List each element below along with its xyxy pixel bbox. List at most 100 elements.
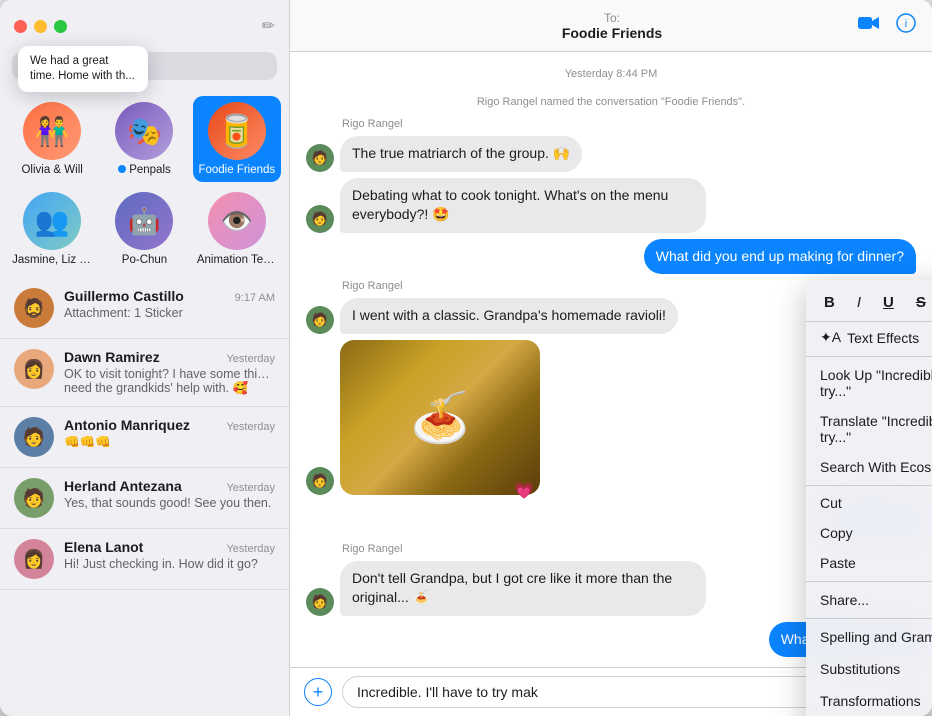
avatar-tooltip: We had a great time. Home with th... <box>18 46 148 92</box>
conv-time-dawn: Yesterday <box>226 353 275 365</box>
paste-item[interactable]: Paste <box>806 548 932 578</box>
avatar-item-animation-team[interactable]: 👁️ Animation Team <box>193 186 281 272</box>
avatar-label-foodie-friends: Foodie Friends <box>198 164 275 176</box>
conv-item-dawn[interactable]: 👩 Dawn Ramirez Yesterday OK to visit ton… <box>0 339 289 407</box>
avatar-item-jasmine-liz[interactable]: 👥 Jasmine, Liz &... <box>8 186 96 272</box>
compose-button[interactable]: ✏ <box>262 16 275 36</box>
conv-item-elena[interactable]: 👩 Elena Lanot Yesterday Hi! Just checkin… <box>0 529 289 590</box>
message-row-2: 🧑 Debating what to cook tonight. What's … <box>306 178 916 233</box>
main-content: To: Foodie Friends i <box>290 0 932 716</box>
traffic-lights <box>14 20 67 33</box>
conv-content-antonio: Antonio Manriquez Yesterday 👊👊👊 <box>64 417 275 450</box>
conv-name-guillermo: Guillermo Castillo <box>64 288 184 304</box>
separator-3 <box>806 581 932 582</box>
avatar-item-foodie-friends[interactable]: 🥫 Foodie Friends <box>193 96 281 182</box>
text-effects-icon: ✦A <box>820 329 841 346</box>
copy-label: Copy <box>820 525 853 541</box>
heart-reaction-badge: 💗 <box>514 481 534 501</box>
share-item[interactable]: Share... <box>806 585 932 615</box>
conv-content-elena: Elena Lanot Yesterday Hi! Just checking … <box>64 539 275 571</box>
message-row-1: 🧑 The true matriarch of the group. 🙌 <box>306 136 916 172</box>
minimize-button[interactable] <box>34 20 47 33</box>
svg-text:i: i <box>905 18 907 30</box>
conv-time-guillermo: 9:17 AM <box>235 292 275 304</box>
conv-avatar-dawn: 👩 <box>14 349 54 389</box>
conv-item-antonio[interactable]: 🧑 Antonio Manriquez Yesterday 👊👊👊 <box>0 407 289 468</box>
msg-avatar-2: 🧑 <box>306 205 334 233</box>
conv-name-antonio: Antonio Manriquez <box>64 417 190 433</box>
conv-avatar-herland: 🧑 <box>14 478 54 518</box>
separator-4 <box>806 618 932 619</box>
substitutions-label: Substitutions <box>820 661 900 677</box>
avatar-foodie-friends: 🥫 <box>208 102 266 160</box>
message-input[interactable] <box>342 676 883 708</box>
translate-item[interactable]: Translate "Incredible. I'll have to try.… <box>806 406 932 452</box>
avatar-item-po-chun[interactable]: 🤖 Po-Chun <box>100 186 188 272</box>
conv-preview-antonio: 👊👊👊 <box>64 435 275 450</box>
msg-avatar-1: 🧑 <box>306 144 334 172</box>
conv-avatar-antonio: 🧑 <box>14 417 54 457</box>
sender-label-rigo1: Rigo Rangel <box>342 118 916 130</box>
strikethrough-button[interactable]: S <box>912 292 930 313</box>
avatar-label-po-chun: Po-Chun <box>122 254 167 266</box>
food-image <box>340 340 540 495</box>
conv-item-herland[interactable]: 🧑 Herland Antezana Yesterday Yes, that s… <box>0 468 289 529</box>
bubble-2: Debating what to cook tonight. What's on… <box>340 178 706 233</box>
close-button[interactable] <box>14 20 27 33</box>
header-icons: i <box>858 13 916 38</box>
chat-header: To: Foodie Friends i <box>290 0 932 52</box>
text-effects-left: ✦A Text Effects <box>820 329 919 346</box>
add-attachment-button[interactable]: + <box>304 678 332 706</box>
context-menu: B I U S ✦A Text Effects › Big Small Shak… <box>806 280 932 716</box>
avatar-label-animation-team: Animation Team <box>197 254 277 266</box>
conv-content-guillermo: Guillermo Castillo 9:17 AM Attachment: 1… <box>64 288 275 320</box>
conv-name-dawn: Dawn Ramirez <box>64 349 160 365</box>
transformations-item[interactable]: Transformations <box>806 685 932 716</box>
app-window: ✏ 🔍 👫 Olivia & Will We had a great time.… <box>0 0 932 716</box>
substitutions-item[interactable]: Substitutions <box>806 653 932 685</box>
share-label: Share... <box>820 592 869 608</box>
titlebar: ✏ <box>0 0 289 52</box>
msg-avatar-7: 🧑 <box>306 588 334 616</box>
conv-preview-dawn: OK to visit tonight? I have some things … <box>64 367 275 381</box>
image-message-container: 💗 <box>340 340 540 495</box>
system-message: Rigo Rangel named the conversation "Food… <box>306 96 916 108</box>
chat-title-area: To: Foodie Friends <box>366 11 858 41</box>
conv-item-guillermo[interactable]: 🧔 Guillermo Castillo 9:17 AM Attachment:… <box>0 278 289 339</box>
bubble-3: What did you end up making for dinner? <box>644 239 916 275</box>
avatar-grid: 👫 Olivia & Will We had a great time. Hom… <box>0 90 289 278</box>
message-row-3: What did you end up making for dinner? <box>306 239 916 275</box>
italic-button[interactable]: I <box>853 292 865 313</box>
avatar-penpals: 🎭 <box>115 102 173 160</box>
text-effects-label: Text Effects <box>847 330 919 346</box>
underline-button[interactable]: U <box>879 292 898 313</box>
conv-avatar-elena: 👩 <box>14 539 54 579</box>
conv-preview2-dawn: need the grandkids' help with. 🥰 <box>64 381 275 396</box>
conversation-list: 🧔 Guillermo Castillo 9:17 AM Attachment:… <box>0 278 289 716</box>
text-effects-item[interactable]: ✦A Text Effects › Big Small Shake Nod Ex… <box>806 322 932 353</box>
separator-1 <box>806 356 932 357</box>
maximize-button[interactable] <box>54 20 67 33</box>
chat-group-name: Foodie Friends <box>562 25 662 41</box>
system-time: Yesterday 8:44 PM <box>306 68 916 80</box>
avatar-item-penpals[interactable]: 🎭 Penpals <box>100 96 188 182</box>
bubble-1: The true matriarch of the group. 🙌 <box>340 136 582 172</box>
info-button[interactable]: i <box>896 13 916 38</box>
search-ecosia-item[interactable]: Search With Ecosia <box>806 452 932 482</box>
avatar-po-chun: 🤖 <box>115 192 173 250</box>
spelling-item[interactable]: Spelling and Grammar <box>806 621 932 653</box>
conv-preview-guillermo: Attachment: 1 Sticker <box>64 306 275 320</box>
conv-avatar-guillermo: 🧔 <box>14 288 54 328</box>
bold-button[interactable]: B <box>820 292 839 313</box>
copy-item[interactable]: Copy <box>806 518 932 548</box>
avatar-item-olivia-will[interactable]: 👫 Olivia & Will We had a great time. Hom… <box>8 96 96 182</box>
msg-avatar-image: 🧑 <box>306 467 334 495</box>
conv-name-elena: Elena Lanot <box>64 539 143 555</box>
conv-time-antonio: Yesterday <box>226 421 275 433</box>
video-call-button[interactable] <box>858 13 880 38</box>
cut-item[interactable]: Cut <box>806 488 932 518</box>
avatar-olivia-will: 👫 <box>23 102 81 160</box>
search-ecosia-label: Search With Ecosia <box>820 459 932 475</box>
look-up-item[interactable]: Look Up "Incredible. I'll have to try...… <box>806 360 932 406</box>
conv-content-dawn: Dawn Ramirez Yesterday OK to visit tonig… <box>64 349 275 396</box>
